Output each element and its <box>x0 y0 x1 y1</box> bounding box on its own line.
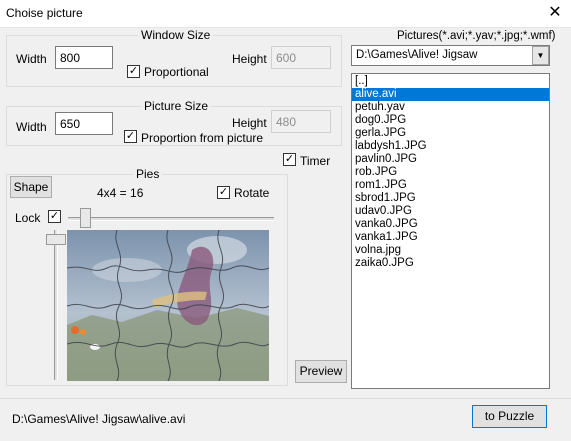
proportional-label: Proportional <box>144 65 209 79</box>
window-height-input <box>271 46 331 69</box>
list-item[interactable]: petuh.yav <box>352 101 549 114</box>
proportion-from-picture-label: Proportion from picture <box>141 131 264 145</box>
list-item[interactable]: labdysh1.JPG <box>352 140 549 153</box>
puzzle-preview-image <box>67 230 269 381</box>
close-icon[interactable]: ✕ <box>542 2 568 26</box>
shape-button[interactable]: Shape <box>10 176 52 198</box>
list-item[interactable]: pavlin0.JPG <box>352 153 549 166</box>
pictures-listbox[interactable]: [..] alive.avi petuh.yav dog0.JPG gerla.JPG l… <box>351 73 550 389</box>
rows-slider-track[interactable] <box>54 230 58 380</box>
list-item[interactable]: rob.JPG <box>352 166 549 179</box>
columns-slider-track[interactable] <box>68 217 274 221</box>
picture-height-input <box>271 110 331 133</box>
window-title: Choise picture <box>6 6 83 20</box>
selected-path: D:\Games\Alive! Jigsaw\alive.avi <box>12 412 186 426</box>
list-item[interactable]: [..] <box>352 75 549 88</box>
window-size-legend: Window Size <box>138 28 214 42</box>
pictures-label: Pictures(*.avi;*.yav;*.jpg;*.wmf) <box>397 30 556 42</box>
pies-count-text: 4x4 = 16 <box>97 186 144 200</box>
list-item[interactable]: gerla.JPG <box>352 127 549 140</box>
window-height-label: Height <box>232 52 267 66</box>
list-item[interactable]: rom1.JPG <box>352 179 549 192</box>
window-width-input[interactable] <box>55 46 113 69</box>
list-item[interactable]: dog0.JPG <box>352 114 549 127</box>
proportional-checkbox[interactable]: ✓ <box>127 65 140 78</box>
rotate-label: Rotate <box>234 186 270 200</box>
list-item[interactable]: alive.avi <box>352 88 549 101</box>
columns-slider-thumb[interactable] <box>80 208 91 228</box>
pies-legend: Pies <box>133 167 163 181</box>
rotate-checkbox[interactable]: ✓ <box>217 186 230 199</box>
list-item[interactable]: vanka1.JPG <box>352 231 549 244</box>
to-puzzle-button[interactable]: to Puzzle <box>472 405 547 428</box>
list-item[interactable]: sbrod1.JPG <box>352 192 549 205</box>
rows-slider-thumb[interactable] <box>46 234 66 245</box>
list-item[interactable]: volna.jpg <box>352 244 549 257</box>
picture-height-label: Height <box>232 116 267 130</box>
proportion-from-picture-checkbox[interactable]: ✓ <box>124 130 137 143</box>
list-item[interactable]: zaika0.JPG <box>352 257 549 270</box>
puzzle-preview-svg <box>67 230 269 381</box>
title-bar <box>0 0 571 28</box>
folder-combo[interactable]: D:\Games\Alive! Jigsaw <box>351 45 550 66</box>
lock-checkbox[interactable]: ✓ <box>48 210 61 223</box>
chevron-down-icon[interactable]: ▼ <box>532 46 549 65</box>
timer-label: Timer <box>300 154 331 168</box>
window-width-label: Width <box>16 52 47 66</box>
list-item[interactable]: vanka0.JPG <box>352 218 549 231</box>
list-item[interactable]: udav0.JPG <box>352 205 549 218</box>
timer-checkbox[interactable]: ✓ <box>283 153 296 166</box>
picture-width-input[interactable] <box>55 112 113 135</box>
picture-size-legend: Picture Size <box>141 99 212 113</box>
lock-label: Lock <box>15 211 41 225</box>
preview-button[interactable]: Preview <box>295 360 347 383</box>
picture-width-label: Width <box>16 120 47 134</box>
